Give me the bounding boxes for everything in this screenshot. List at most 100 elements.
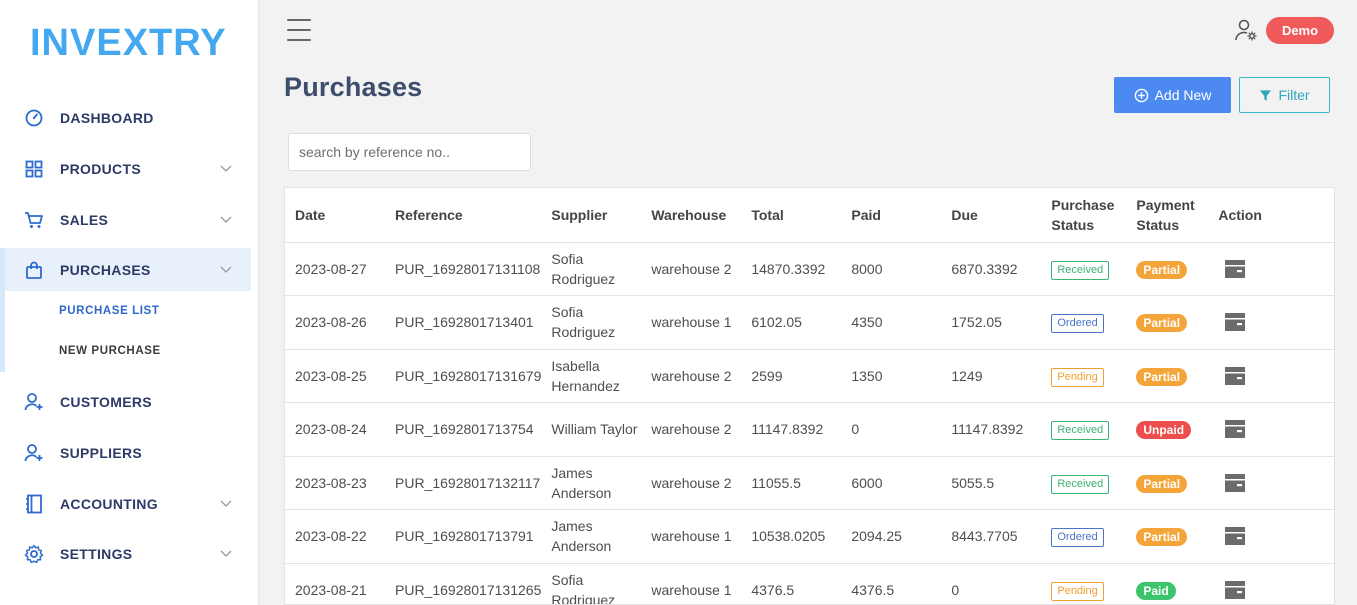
archive-icon[interactable]	[1224, 473, 1246, 493]
cell-reference: PUR_16928017131679	[385, 349, 542, 403]
cell-warehouse: warehouse 2	[641, 349, 742, 403]
cell-due: 5055.5	[941, 456, 1042, 510]
nav-label: PRODUCTS	[60, 160, 141, 177]
cell-reference: PUR_16928017132117	[385, 456, 542, 510]
payment-status-badge: Partial	[1136, 260, 1188, 279]
nav-item-settings[interactable]: SETTINGS	[0, 532, 251, 575]
cell-action	[1208, 295, 1334, 350]
table-row[interactable]: 2023-08-25 PUR_16928017131679 Isabella Her…	[285, 349, 1334, 403]
payment-status-badge: Partial	[1136, 528, 1188, 547]
cell-paid: 4350	[841, 295, 942, 350]
cell-payment-status: Partial	[1126, 456, 1209, 510]
cell-total: 4376.5	[741, 563, 842, 604]
cell-paid: 4376.5	[841, 563, 942, 604]
column-header: Date	[285, 188, 385, 243]
table-row[interactable]: 2023-08-21 PUR_16928017131265 Sofia Rodrig…	[285, 563, 1334, 604]
archive-icon[interactable]	[1224, 312, 1246, 332]
archive-icon[interactable]	[1224, 526, 1246, 546]
cell-payment-status: Unpaid	[1126, 402, 1209, 457]
cell-action	[1208, 242, 1334, 296]
cell-supplier: James Anderson	[541, 509, 642, 564]
submenu-new-purchase[interactable]: NEW PURCHASE	[59, 345, 161, 357]
search-input[interactable]	[288, 133, 531, 171]
nav-label: ACCOUNTING	[60, 495, 158, 512]
cell-paid: 8000	[841, 242, 942, 296]
cell-total: 11147.8392	[741, 402, 842, 457]
column-header: Supplier	[541, 188, 642, 243]
cell-supplier: Sofia Rodriguez	[541, 242, 642, 296]
payment-status-badge: Partial	[1136, 474, 1188, 493]
cell-total: 6102.05	[741, 295, 842, 350]
payment-status-badge: Partial	[1136, 367, 1188, 386]
cell-date: 2023-08-23	[285, 456, 385, 510]
cell-payment-status: Paid	[1126, 563, 1209, 604]
submenu-purchase-list[interactable]: PURCHASE LIST	[59, 305, 159, 317]
cell-due: 11147.8392	[941, 402, 1042, 457]
add-new-button[interactable]: Add New	[1114, 77, 1231, 113]
nav-label: SETTINGS	[60, 545, 133, 562]
cell-due: 0	[941, 563, 1042, 604]
payment-status-badge: Unpaid	[1136, 421, 1192, 440]
nav-item-sales[interactable]: SALES	[0, 198, 251, 241]
nav-label: SALES	[60, 211, 109, 228]
cell-purchase-status: Received	[1041, 402, 1127, 457]
archive-icon[interactable]	[1224, 366, 1246, 386]
cell-reference: PUR_1692801713791	[385, 509, 542, 564]
nav-item-suppliers[interactable]: SUPPLIERS	[0, 431, 251, 474]
table-row[interactable]: 2023-08-22 PUR_1692801713791 James Anderso…	[285, 509, 1334, 564]
nav-item-customers[interactable]: CUSTOMERS	[0, 380, 251, 423]
chevron-down-icon	[220, 216, 232, 223]
cell-supplier: James Anderson	[541, 456, 642, 510]
user-plus-icon	[24, 392, 44, 412]
nav-label: DASHBOARD	[60, 109, 154, 126]
cell-purchase-status: Pending	[1041, 349, 1127, 403]
chevron-down-icon	[220, 266, 232, 273]
chevron-down-icon	[220, 550, 232, 557]
submenu-indicator	[0, 248, 5, 372]
table-row[interactable]: 2023-08-27 PUR_16928017131108 Sofia Rodrig…	[285, 242, 1334, 296]
user-badge[interactable]: Demo	[1266, 17, 1334, 44]
cell-action	[1208, 349, 1334, 403]
archive-icon[interactable]	[1224, 259, 1246, 279]
cell-due: 8443.7705	[941, 509, 1042, 564]
archive-icon[interactable]	[1224, 419, 1246, 439]
purchases-table: Date Reference Supplier Warehouse Total …	[284, 187, 1335, 605]
book-icon	[24, 494, 44, 514]
nav-item-dashboard[interactable]: DASHBOARD	[0, 96, 251, 139]
cell-supplier: Sofia Rodriguez	[541, 563, 642, 604]
nav-item-accounting[interactable]: ACCOUNTING	[0, 482, 251, 525]
user-settings-icon[interactable]	[1234, 18, 1258, 42]
cell-purchase-status: Pending	[1041, 563, 1127, 604]
cell-date: 2023-08-22	[285, 509, 385, 564]
archive-icon[interactable]	[1224, 580, 1246, 600]
nav-label: SUPPLIERS	[60, 444, 143, 461]
cell-supplier: Isabella Hernandez	[541, 349, 642, 403]
purchase-status-badge: Pending	[1051, 581, 1104, 601]
payment-status-badge: Partial	[1136, 314, 1188, 333]
brand-logo[interactable]: INVEXTRY	[30, 22, 227, 65]
nav-item-products[interactable]: PRODUCTS	[0, 147, 251, 190]
nav-label: PURCHASES	[60, 261, 151, 278]
table-row[interactable]: 2023-08-23 PUR_16928017132117 James Anders…	[285, 456, 1334, 510]
menu-toggle-icon[interactable]	[287, 19, 311, 41]
cell-due: 1249	[941, 349, 1042, 403]
cell-total: 14870.3392	[741, 242, 842, 296]
filter-button[interactable]: Filter	[1239, 77, 1330, 113]
user-plus-icon	[24, 443, 44, 463]
cell-supplier: Sofia Rodriguez	[541, 295, 642, 350]
table-row[interactable]: 2023-08-24 PUR_1692801713754 William Taylo…	[285, 402, 1334, 457]
chevron-down-icon	[220, 500, 232, 507]
cell-payment-status: Partial	[1126, 509, 1209, 564]
table-row[interactable]: 2023-08-26 PUR_1692801713401 Sofia Rodrigu…	[285, 295, 1334, 350]
cell-due: 1752.05	[941, 295, 1042, 350]
cell-reference: PUR_16928017131108	[385, 242, 542, 296]
purchase-status-badge: Received	[1051, 474, 1110, 494]
column-header: Warehouse	[641, 188, 742, 243]
nav-item-purchases[interactable]: PURCHASES	[0, 248, 251, 291]
cell-warehouse: warehouse 2	[641, 456, 742, 510]
cell-purchase-status: Ordered	[1041, 295, 1127, 350]
page-title: Purchases	[284, 72, 423, 102]
cell-action	[1208, 563, 1334, 604]
plus-circle-icon	[1134, 88, 1148, 102]
cell-supplier: William Taylor	[541, 402, 642, 457]
